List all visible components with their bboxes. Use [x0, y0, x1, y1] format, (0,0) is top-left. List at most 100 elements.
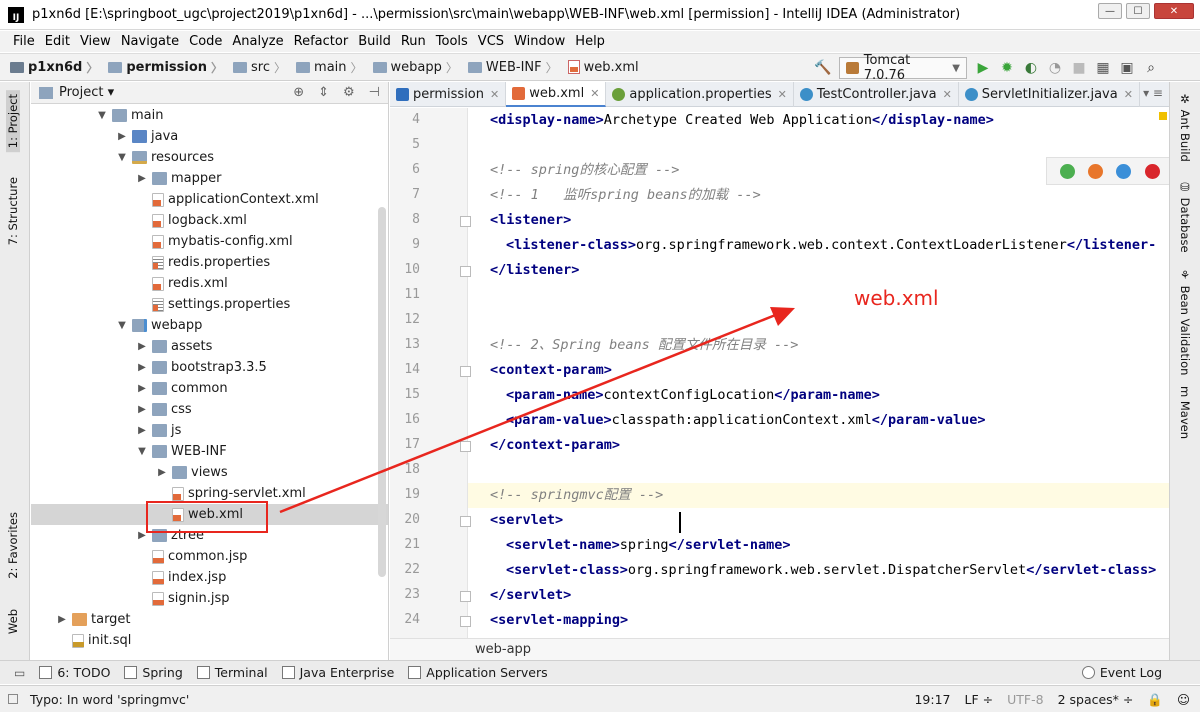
- tree-item[interactable]: ▶ java: [31, 126, 388, 147]
- tree-item[interactable]: ▼ webapp: [31, 315, 388, 336]
- crumb-module[interactable]: permission 〉: [108, 59, 223, 76]
- menu-navigate[interactable]: Navigate: [116, 34, 184, 49]
- chevron-right-icon[interactable]: ▶: [136, 173, 148, 184]
- build-hammer-icon[interactable]: 🔨: [814, 60, 831, 76]
- hide-icon[interactable]: ⊣: [369, 85, 380, 100]
- close-tab-icon[interactable]: ✕: [778, 88, 787, 101]
- chevron-right-icon[interactable]: ▶: [136, 341, 148, 352]
- chevron-right-icon[interactable]: ▶: [136, 362, 148, 373]
- tree-item[interactable]: common.jsp: [31, 546, 388, 567]
- crumb-web-inf[interactable]: WEB-INF 〉: [467, 59, 558, 76]
- run-configuration-select[interactable]: Tomcat 7.0.76 ▼: [839, 53, 967, 83]
- chevron-right-icon[interactable]: ▶: [136, 425, 148, 436]
- tree-item[interactable]: redis.properties: [31, 252, 388, 273]
- chrome-icon[interactable]: [1059, 163, 1075, 179]
- line-separator[interactable]: LF ÷: [965, 692, 994, 707]
- chevron-down-icon[interactable]: ▼: [116, 320, 128, 331]
- maximize-button[interactable]: ☐: [1126, 3, 1150, 19]
- locate-icon[interactable]: ⊕: [293, 85, 304, 100]
- database-tool-tab[interactable]: ⛁ Database: [1178, 180, 1192, 253]
- inspection-marker[interactable]: [1159, 112, 1167, 120]
- tree-item[interactable]: redis.xml: [31, 273, 388, 294]
- close-tab-icon[interactable]: ✕: [1124, 88, 1133, 101]
- close-tab-icon[interactable]: ✕: [590, 87, 599, 100]
- chevron-down-icon[interactable]: ▼: [136, 446, 148, 457]
- tree-item[interactable]: ▶ views: [31, 462, 388, 483]
- menu-refactor[interactable]: Refactor: [289, 34, 354, 49]
- editor-tab-application-properties[interactable]: application.properties ✕: [606, 82, 794, 107]
- tree-item[interactable]: signin.jsp: [31, 588, 388, 609]
- chevron-right-icon[interactable]: ▶: [56, 614, 68, 625]
- close-tab-icon[interactable]: ✕: [490, 88, 499, 101]
- tree-item[interactable]: settings.properties: [31, 294, 388, 315]
- tree-item[interactable]: ▶ js: [31, 420, 388, 441]
- tree-item[interactable]: ▼ main: [31, 105, 388, 126]
- crumb-main[interactable]: main 〉: [296, 59, 363, 76]
- tool-window-toggle-icon[interactable]: ▭: [14, 666, 25, 680]
- minimize-button[interactable]: —: [1098, 3, 1122, 19]
- status-toggle-icon[interactable]: [8, 694, 18, 704]
- chevron-right-icon[interactable]: ▶: [156, 467, 168, 478]
- crumb-web-xml[interactable]: web.xml: [567, 60, 639, 75]
- caret-position[interactable]: 19:17: [914, 692, 950, 707]
- chevron-right-icon[interactable]: ▶: [136, 404, 148, 415]
- menu-build[interactable]: Build: [353, 34, 396, 49]
- crumb-project[interactable]: p1xn6d 〉: [10, 59, 98, 76]
- editor-tab-servletinitializer-java[interactable]: ServletInitializer.java ✕: [959, 82, 1140, 107]
- menu-run[interactable]: Run: [396, 34, 431, 49]
- terminal-tool-tab[interactable]: Terminal: [196, 665, 268, 680]
- menu-vcs[interactable]: VCS: [473, 34, 509, 49]
- tree-item[interactable]: index.jsp: [31, 567, 388, 588]
- crumb-src[interactable]: src 〉: [233, 59, 286, 76]
- structure-tool-tab[interactable]: 7: Structure: [6, 177, 20, 245]
- application-servers-tool-tab[interactable]: Application Servers: [408, 665, 548, 680]
- tree-item[interactable]: ▶ css: [31, 399, 388, 420]
- project-structure-icon[interactable]: ▦: [1095, 60, 1111, 76]
- gear-icon[interactable]: ⚙: [343, 85, 355, 100]
- tree-item[interactable]: ▶ common: [31, 378, 388, 399]
- ant-build-tool-tab[interactable]: ✲ Ant Build: [1178, 92, 1192, 162]
- java-enterprise-tool-tab[interactable]: Java Enterprise: [281, 665, 394, 680]
- debug-icon[interactable]: ✹: [999, 60, 1015, 76]
- tree-item[interactable]: ▼ resources: [31, 147, 388, 168]
- code-view[interactable]: <servlet-mapping> </servlet> <servlet-clas…: [468, 108, 1169, 638]
- event-log-tab[interactable]: Event Log: [1081, 665, 1162, 680]
- run-icon[interactable]: ▶: [975, 60, 991, 76]
- favorites-tool-tab[interactable]: 2: Favorites: [6, 512, 20, 579]
- menu-code[interactable]: Code: [184, 34, 227, 49]
- editor-tab-web-xml[interactable]: web.xml ✕: [506, 82, 607, 107]
- tree-item[interactable]: logback.xml: [31, 210, 388, 231]
- menu-help[interactable]: Help: [570, 34, 610, 49]
- collapse-all-icon[interactable]: ⇕: [318, 85, 329, 100]
- tree-item[interactable]: ▶ assets: [31, 336, 388, 357]
- menu-tools[interactable]: Tools: [431, 34, 473, 49]
- maven-tool-tab[interactable]: m Maven: [1178, 386, 1192, 439]
- menu-window[interactable]: Window: [509, 34, 570, 49]
- menu-analyze[interactable]: Analyze: [227, 34, 288, 49]
- crumb-webapp[interactable]: webapp 〉: [372, 59, 458, 76]
- menu-view[interactable]: View: [75, 34, 116, 49]
- sdk-icon[interactable]: ▣: [1119, 60, 1135, 76]
- bean-validation-tool-tab[interactable]: ⚘ Bean Validation: [1178, 268, 1192, 375]
- lock-icon[interactable]: 🔒: [1147, 692, 1163, 708]
- project-tool-tab[interactable]: 1: Project: [6, 90, 20, 153]
- menu-edit[interactable]: Edit: [40, 34, 75, 49]
- tree-item[interactable]: ▶ target: [31, 609, 388, 630]
- menu-file[interactable]: File: [8, 34, 40, 49]
- safari-icon[interactable]: [1116, 163, 1132, 179]
- tree-item[interactable]: applicationContext.xml: [31, 189, 388, 210]
- file-encoding[interactable]: UTF-8: [1007, 692, 1043, 707]
- tree-item[interactable]: ▼ WEB-INF: [31, 441, 388, 462]
- spring-tool-tab[interactable]: Spring: [124, 665, 183, 680]
- tree-item[interactable]: ▶ bootstrap3.3.5: [31, 357, 388, 378]
- tree-item[interactable]: ▶ mapper: [31, 168, 388, 189]
- editor-tab-testcontroller-java[interactable]: TestController.java ✕: [794, 82, 959, 107]
- chevron-down-icon[interactable]: ▼: [96, 110, 108, 121]
- inspector-icon[interactable]: ☺: [1177, 692, 1190, 707]
- xml-breadcrumb-web-app[interactable]: web-app: [475, 642, 531, 657]
- tree-item[interactable]: mybatis-config.xml: [31, 231, 388, 252]
- firefox-icon[interactable]: [1087, 163, 1103, 179]
- web-tool-tab[interactable]: Web: [6, 609, 20, 634]
- chevron-down-icon[interactable]: ▼: [116, 152, 128, 163]
- todo-tool-tab[interactable]: 6: TODO: [39, 665, 110, 680]
